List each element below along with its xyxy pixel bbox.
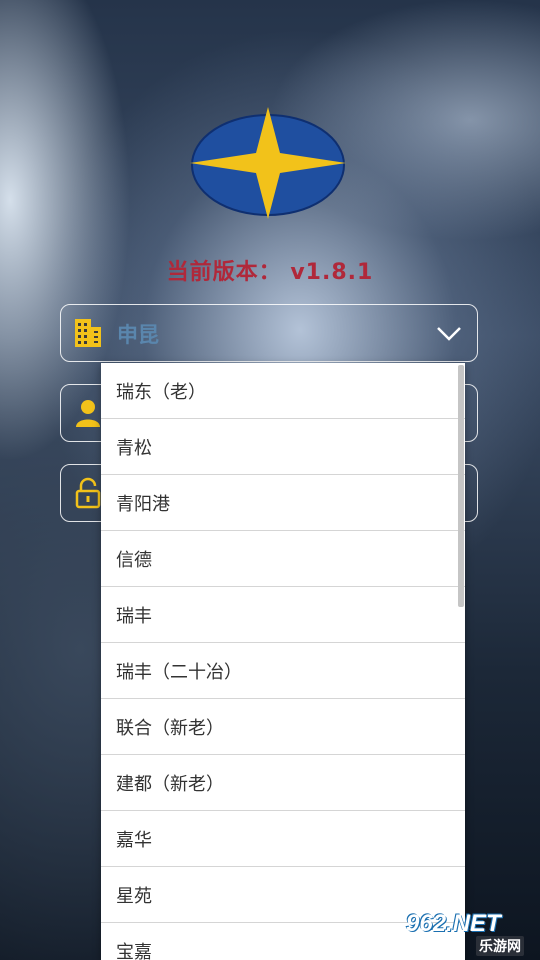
user-icon xyxy=(76,400,100,427)
lock-icon xyxy=(75,477,101,509)
watermark-logo: 962.NET 乐游网 xyxy=(400,908,538,958)
list-item[interactable]: 瑞丰（二十冶） xyxy=(101,643,465,699)
list-item[interactable]: 瑞东（老） xyxy=(101,363,465,419)
list-item[interactable]: 青阳港 xyxy=(101,475,465,531)
list-item[interactable]: 瑞丰 xyxy=(101,587,465,643)
chevron-down-icon[interactable] xyxy=(435,323,463,343)
list-item[interactable]: 嘉华 xyxy=(101,811,465,867)
company-select-value: 申昆 xyxy=(117,323,159,347)
building-icon xyxy=(75,319,101,347)
watermark-site: 乐游网 xyxy=(476,936,524,956)
company-select[interactable]: 申昆 xyxy=(60,304,478,362)
watermark-brand: 962.NET xyxy=(406,910,501,937)
company-dropdown-list[interactable]: 瑞东（老） 青松 青阳港 信德 瑞丰 瑞丰（二十冶） 联合（新老） 建都（新老）… xyxy=(101,363,465,960)
version-label: 当前版本： v1.8.1 xyxy=(166,260,374,285)
company-logo xyxy=(190,107,346,219)
list-item[interactable]: 建都（新老） xyxy=(101,755,465,811)
list-item[interactable]: 联合（新老） xyxy=(101,699,465,755)
list-item[interactable]: 信德 xyxy=(101,531,465,587)
list-item[interactable]: 青松 xyxy=(101,419,465,475)
dropdown-scrollbar[interactable] xyxy=(458,365,464,607)
